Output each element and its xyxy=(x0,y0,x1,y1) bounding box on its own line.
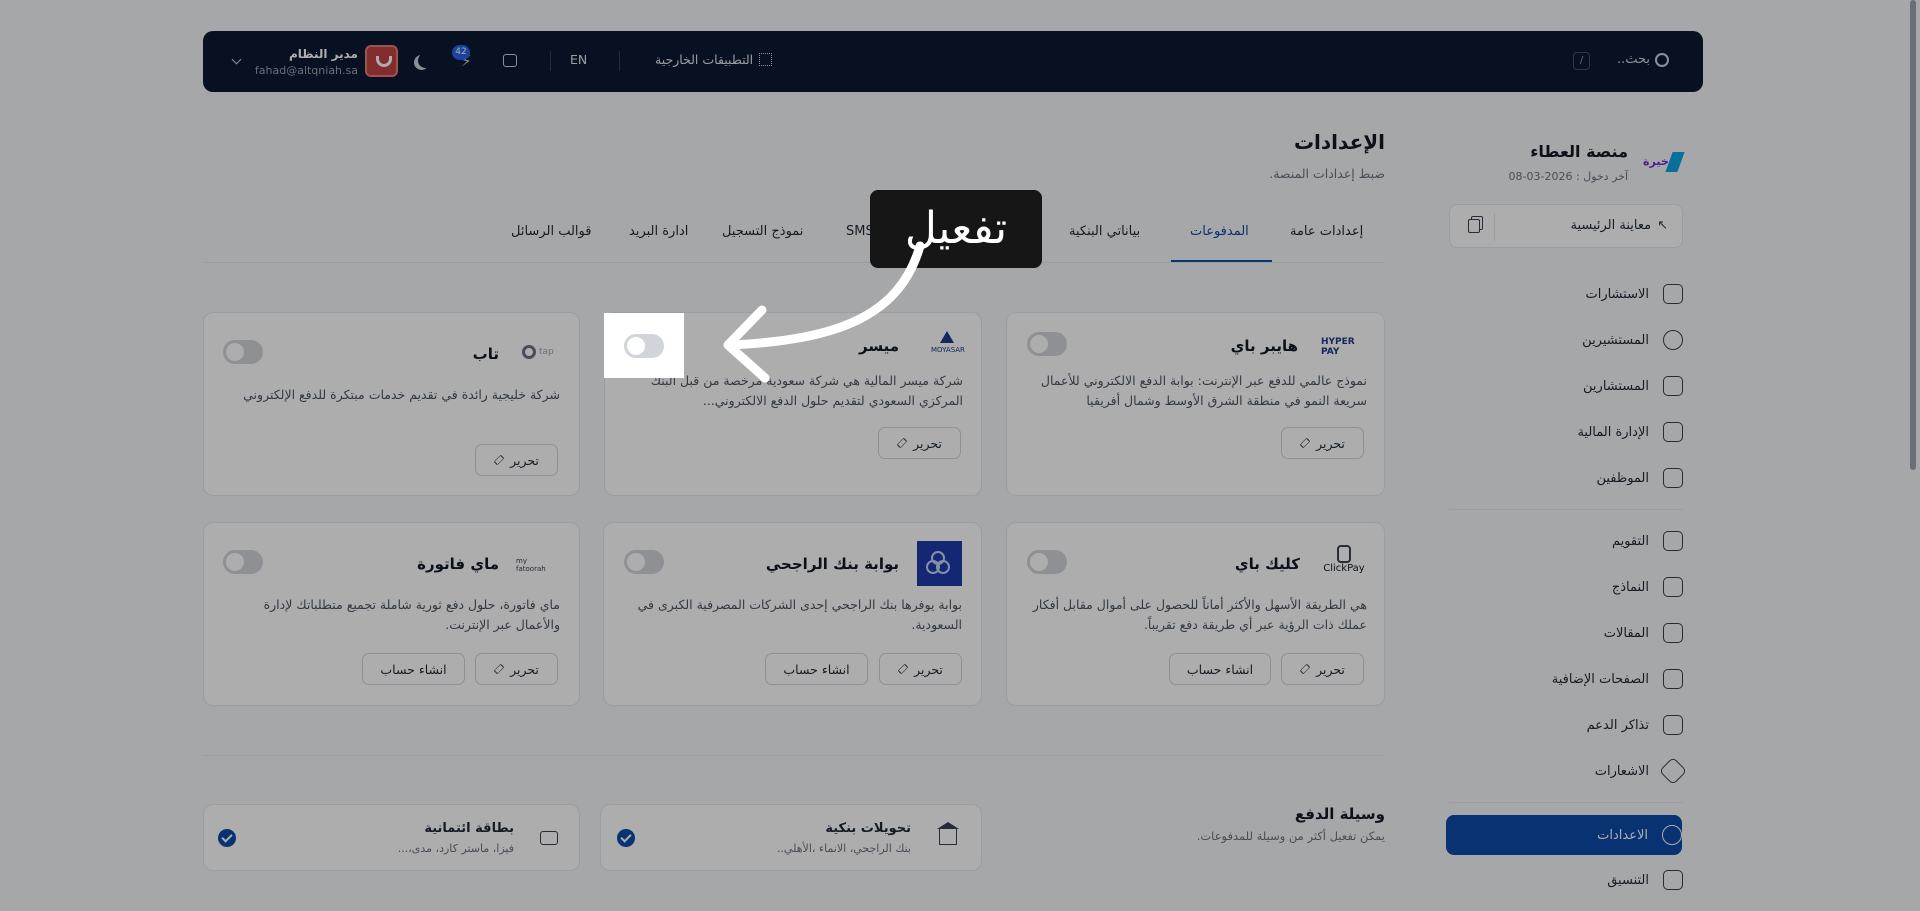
tour-arrow-icon xyxy=(723,241,925,383)
tour-overlay xyxy=(0,0,1920,911)
highlighted-toggle[interactable] xyxy=(624,334,664,358)
